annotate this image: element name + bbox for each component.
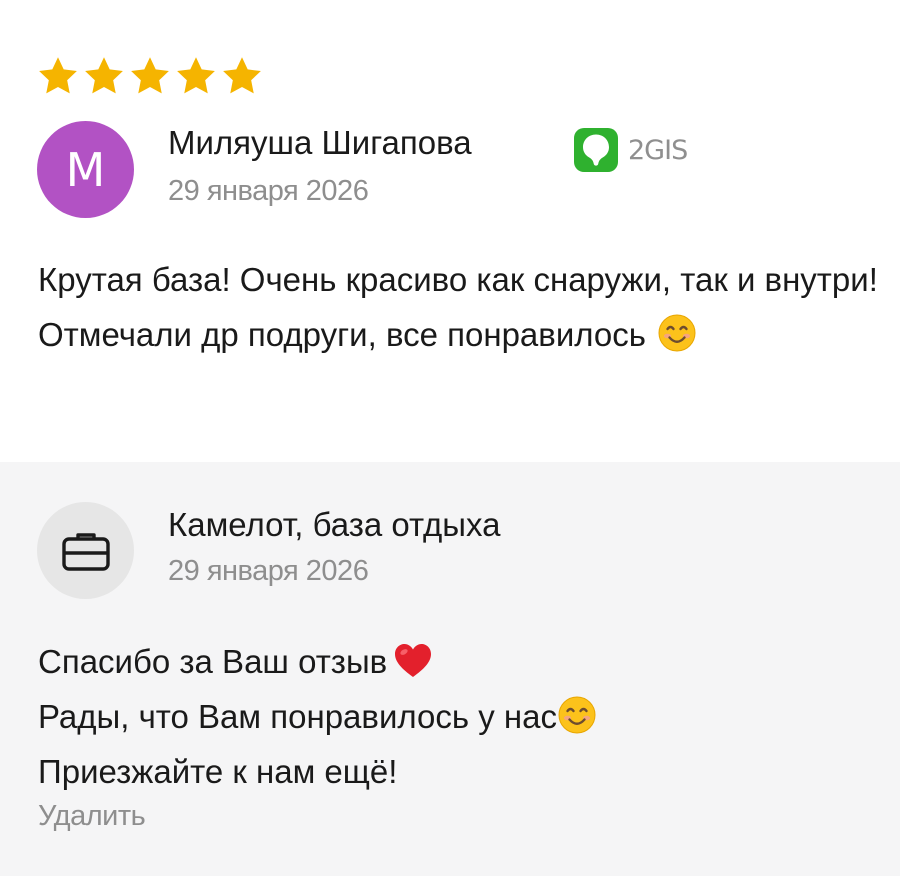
reply-line: Спасибо за Ваш отзыв [38, 634, 893, 689]
reply-line: Рады, что Вам понравилось у нас [38, 689, 893, 744]
star-icon [220, 54, 264, 98]
smiling-face-icon [657, 313, 697, 353]
delete-reply-button[interactable]: Удалить [38, 800, 146, 833]
review-card: М Миляуша Шигапова 2GIS 29 января 2026 К… [0, 0, 900, 462]
reply-line-text: Рады, что Вам понравилось у нас [38, 698, 557, 735]
reply-line-text: Приезжайте к нам ещё! [38, 753, 398, 790]
review-date: 29 января 2026 [168, 175, 369, 207]
reply-date: 29 января 2026 [168, 555, 369, 587]
source-label: 2GIS [628, 134, 688, 166]
briefcase-icon [61, 532, 110, 571]
star-icon [36, 54, 80, 98]
smiling-face-icon [557, 695, 597, 735]
avatar[interactable]: М [37, 121, 134, 218]
review-text-body: Крутая база! Очень красиво как снаружи, … [38, 261, 878, 353]
star-icon [82, 54, 126, 98]
source-badge: 2GIS [572, 126, 688, 174]
heart-icon [395, 644, 432, 677]
owner-name[interactable]: Камелот, база отдыха [168, 506, 500, 544]
avatar-initial: М [65, 142, 106, 197]
reply-line: Приезжайте к нам ещё! [38, 744, 893, 799]
review-text: Крутая база! Очень красиво как снаружи, … [38, 252, 893, 362]
star-icon [174, 54, 218, 98]
reply-text: Спасибо за Ваш отзыв Рады, что Вам понра… [38, 634, 893, 799]
star-icon [128, 54, 172, 98]
author-name[interactable]: Миляуша Шигапова [168, 124, 472, 162]
reply-line-text: Спасибо за Ваш отзыв [38, 643, 388, 680]
owner-avatar [37, 502, 134, 599]
2gis-logo-icon [574, 128, 618, 172]
owner-reply: Камелот, база отдыха 29 января 2026 Спас… [0, 462, 900, 876]
star-rating [36, 54, 264, 98]
